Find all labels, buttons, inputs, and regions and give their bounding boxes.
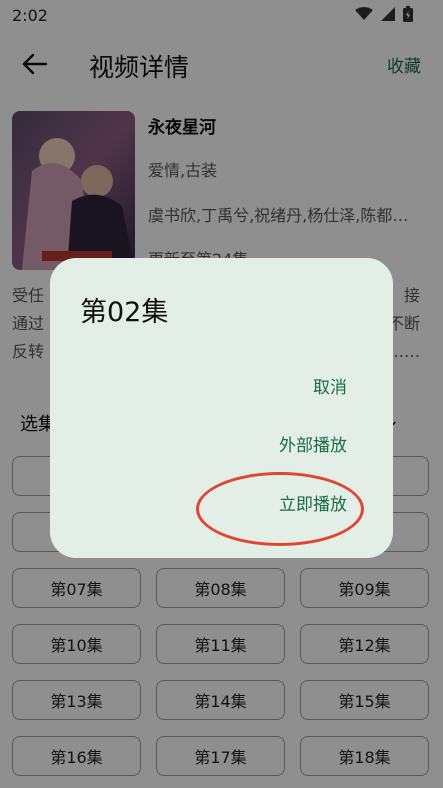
highlight-circle [196, 472, 364, 546]
cancel-button[interactable]: 取消 [313, 373, 347, 398]
external-play-button[interactable]: 外部播放 [279, 431, 347, 456]
dialog-title: 第02集 [80, 297, 169, 328]
